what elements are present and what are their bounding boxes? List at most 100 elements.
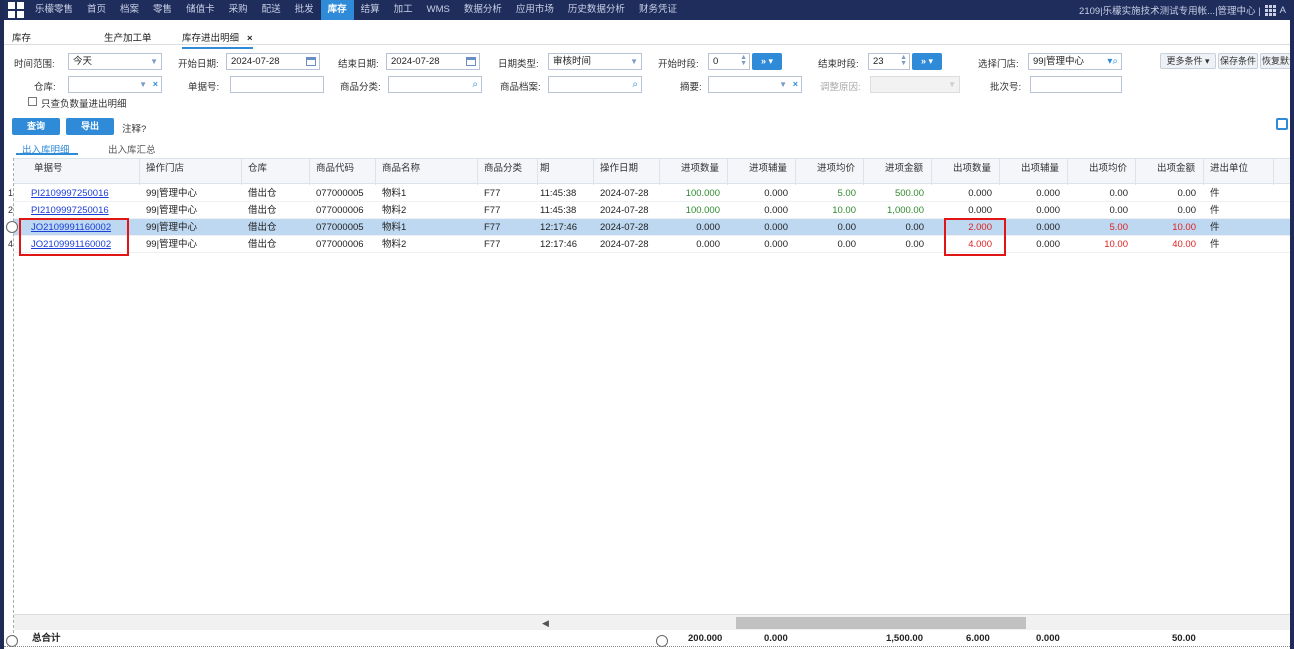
col-op-date[interactable]: 操作日期 (594, 159, 660, 185)
table-row-selected[interactable]: JO2109991160002 99|管理中心 借出仓 077000005 物料… (14, 219, 1290, 236)
warehouse-select[interactable]: ▼ × (68, 76, 162, 93)
cell-out-aux: 0.000 (1036, 205, 1060, 216)
cell-out-qty: 0.000 (968, 205, 992, 216)
calendar-icon[interactable] (466, 57, 476, 66)
cell-item-name: 物料1 (382, 222, 407, 233)
date-type-value: 审核时间 (553, 56, 592, 67)
tab-production-order[interactable]: 生产加工单 (104, 30, 152, 44)
end-period-stepper[interactable]: 23 ▲ ▼ (868, 53, 910, 70)
item-file-label: 商品档案: (500, 82, 541, 93)
app-logo-icon[interactable] (8, 2, 24, 18)
doc-no-input[interactable] (230, 76, 324, 93)
cell-category: F77 (484, 188, 501, 199)
start-period-arrow-button[interactable]: » ▾ (752, 53, 782, 70)
spinner-icon[interactable]: ▲ ▼ (900, 54, 907, 67)
clear-icon[interactable]: × (793, 77, 798, 92)
col-in-amount[interactable]: 进项金额 (864, 159, 932, 185)
query-button[interactable]: 查询 (12, 118, 60, 135)
store-select[interactable]: 99|管理中心 ▾⌕ (1028, 53, 1122, 70)
nav-settlement[interactable]: 结算 (354, 0, 387, 20)
horizontal-scrollbar[interactable]: ◀ (14, 614, 1290, 630)
cell-in-price: 0.00 (837, 222, 857, 233)
top-nav: 乐檬零售 首页 档案 零售 储值卡 采购 配送 批发 库存 结算 加工 WMS … (4, 0, 1290, 20)
col-item-name[interactable]: 商品名称 (376, 159, 478, 185)
col-out-price[interactable]: 出项均价 (1068, 159, 1136, 185)
start-period-value: 0 (713, 56, 719, 67)
summary-select[interactable]: ▼ × (708, 76, 802, 93)
spinner-icon[interactable]: ▲ ▼ (740, 54, 747, 67)
nav-wms[interactable]: WMS (420, 0, 457, 20)
scroll-thumb[interactable] (736, 617, 1026, 629)
nav-data-analysis[interactable]: 数据分析 (457, 0, 509, 20)
cell-item-code: 077000005 (316, 188, 364, 199)
category-select[interactable]: ⌕ (388, 76, 482, 93)
date-type-select[interactable]: 审核时间 ▼ (548, 53, 642, 70)
scroll-left-icon[interactable]: ◀ (542, 615, 549, 631)
clear-icon[interactable]: × (153, 77, 158, 92)
search-icon[interactable]: ▾⌕ (1107, 54, 1118, 69)
restore-default-button[interactable]: 恢复默认 (1260, 53, 1290, 69)
nav-inventory[interactable]: 库存 (320, 0, 354, 20)
nav-wholesale[interactable]: 批发 (288, 0, 321, 20)
time-range-select[interactable]: 今天 ▼ (68, 53, 162, 70)
col-unit[interactable]: 进出单位 (1204, 159, 1274, 185)
cell-out-aux: 0.000 (1036, 188, 1060, 199)
table-row[interactable]: 1 PI2109997250016 99|管理中心 借出仓 077000005 … (8, 185, 1290, 202)
save-conditions-button[interactable]: 保存条件 (1218, 53, 1258, 69)
cell-in-price: 5.00 (837, 188, 857, 199)
col-store[interactable]: 操作门店 (140, 159, 242, 185)
col-in-price[interactable]: 进项均价 (796, 159, 864, 185)
nav-history-analysis[interactable]: 历史数据分析 (561, 0, 632, 20)
nav-finance-voucher[interactable]: 财务凭证 (632, 0, 684, 20)
item-file-select[interactable]: ⌕ (548, 76, 642, 93)
col-out-aux[interactable]: 出项辅量 (1000, 159, 1068, 185)
col-in-qty[interactable]: 进项数量 (660, 159, 728, 185)
row-select-radio[interactable] (6, 221, 18, 233)
cell-category: F77 (484, 222, 501, 233)
col-in-aux[interactable]: 进项辅量 (728, 159, 796, 185)
col-warehouse[interactable]: 仓库 (242, 159, 310, 185)
col-doc-no[interactable]: 单据号 (26, 159, 140, 185)
user-info[interactable]: 2109|乐檬实施技术测试专用帐...|管理中心 | A (1079, 3, 1290, 17)
note-link[interactable]: 注释? (122, 121, 146, 135)
subtab-summary[interactable]: 出入库汇总 (108, 142, 156, 156)
end-date-input[interactable]: 2024-07-28 (386, 53, 480, 70)
col-out-qty[interactable]: 出项数量 (932, 159, 1000, 185)
col-out-amount[interactable]: 出项金额 (1136, 159, 1204, 185)
nav-processing[interactable]: 加工 (387, 0, 420, 20)
tab-inventory[interactable]: 库存 (12, 30, 31, 44)
nav-brand[interactable]: 乐檬零售 (28, 0, 80, 20)
cell-item-name: 物料1 (382, 188, 407, 199)
table-row[interactable]: 4 JO2109991160002 99|管理中心 借出仓 077000006 … (8, 236, 1290, 253)
col-category[interactable]: 商品分类 (478, 159, 538, 185)
batch-input[interactable] (1030, 76, 1122, 93)
nav-distribution[interactable]: 配送 (255, 0, 288, 20)
end-period-arrow-button[interactable]: » ▾ (912, 53, 942, 70)
negative-only-checkbox[interactable] (28, 97, 37, 106)
doc-no-link[interactable]: PI2109997250016 (31, 185, 109, 202)
nav-purchase[interactable]: 采购 (222, 0, 255, 20)
start-date-input[interactable]: 2024-07-28 (226, 53, 320, 70)
more-conditions-button[interactable]: 更多条件 ▾ (1160, 53, 1216, 69)
cell-category: F77 (484, 239, 501, 250)
table-row[interactable]: 2 PI2109997250016 99|管理中心 借出仓 077000006 … (8, 202, 1290, 219)
nav-retail[interactable]: 零售 (146, 0, 179, 20)
search-icon[interactable]: ⌕ (632, 77, 638, 92)
col-item-code[interactable]: 商品代码 (310, 159, 376, 185)
edit-icon[interactable] (1276, 118, 1288, 130)
col-time[interactable]: 期 (538, 159, 594, 185)
nav-app-market[interactable]: 应用市场 (509, 0, 561, 20)
apps-grid-icon[interactable] (1264, 4, 1276, 16)
tab-inventory-detail[interactable]: 库存进出明细 × (182, 30, 253, 49)
nav-home[interactable]: 首页 (80, 0, 113, 20)
cell-out-amount: 10.00 (1172, 222, 1196, 233)
search-icon[interactable]: ⌕ (472, 77, 478, 92)
nav-archive[interactable]: 档案 (113, 0, 146, 20)
start-period-stepper[interactable]: 0 ▲ ▼ (708, 53, 750, 70)
calendar-icon[interactable] (306, 57, 316, 66)
close-icon[interactable]: × (247, 33, 253, 44)
nav-stored-value-card[interactable]: 储值卡 (179, 0, 222, 20)
export-button[interactable]: 导出 (66, 118, 114, 135)
doc-no-link[interactable]: PI2109997250016 (31, 202, 109, 219)
cell-out-amount: 40.00 (1172, 239, 1196, 250)
